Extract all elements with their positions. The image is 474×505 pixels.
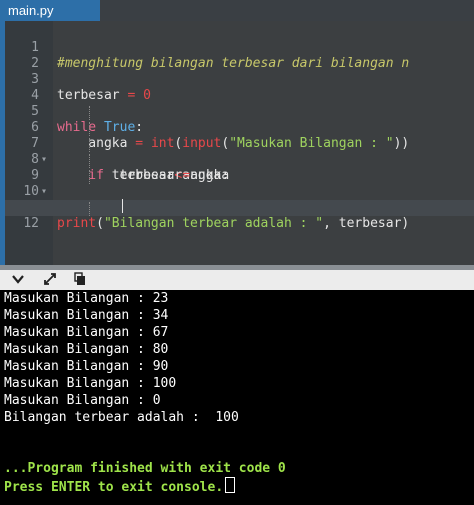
code-token: ( [96, 216, 104, 231]
code-line[interactable]: 3 terbesar = 0 [5, 56, 474, 103]
code-line[interactable]: 1 #menghitung bilangan terbesar dari bil… [5, 24, 474, 71]
tab-bar: main.py [0, 0, 474, 21]
line-number: 12 [23, 216, 39, 231]
code-line[interactable]: 4 [5, 72, 474, 103]
console-cursor [225, 477, 236, 493]
console-line: Masukan Bilangan : 23 [4, 291, 169, 306]
indent-guide [89, 170, 91, 184]
indent-guide [89, 138, 91, 152]
code-token: , terbesar) [323, 216, 410, 231]
code-line[interactable]: 9 ▾ if angka==0: [5, 152, 474, 215]
console-line: Masukan Bilangan : 90 [4, 359, 169, 374]
code-token: "Bilangan terbear adalah : " [103, 216, 324, 231]
code-line[interactable]: 8 terbesar=angka [5, 136, 474, 183]
indent-guide [89, 202, 91, 216]
console-line: Masukan Bilangan : 100 [4, 376, 177, 391]
code-line[interactable]: 5 while True: [5, 88, 474, 135]
console-line: Masukan Bilangan : 34 [4, 308, 169, 323]
indent-guide [89, 154, 91, 168]
code-line[interactable]: 11 print("Bilangan terbear adalah : ", t… [5, 184, 474, 231]
code-line-active[interactable]: 12 [5, 200, 474, 231]
console-line: Bilangan terbear adalah : 100 [4, 410, 239, 425]
indent-guide [89, 122, 91, 136]
console-line: Masukan Bilangan : 67 [4, 325, 169, 340]
console-line: Masukan Bilangan : 0 [4, 393, 161, 408]
copy-icon[interactable] [72, 272, 88, 288]
code-editor[interactable]: 1 #menghitung bilangan terbesar dari bil… [0, 21, 474, 265]
code-line[interactable]: 7 ▾ if terbesar<angka: [5, 120, 474, 183]
console-toolbar [0, 270, 474, 291]
code-line[interactable]: 10 break [5, 168, 474, 215]
tab-main-py[interactable]: main.py [0, 0, 100, 21]
code-line[interactable]: 6 angka = int(input("Masukan Bilangan : … [5, 104, 474, 151]
console-output[interactable]: Masukan Bilangan : 23 Masukan Bilangan :… [0, 290, 474, 505]
chevron-down-icon[interactable] [10, 272, 26, 288]
code-line[interactable]: 2 [5, 40, 474, 71]
expand-icon[interactable] [42, 272, 58, 288]
press-enter-text: Press ENTER to exit console. [4, 480, 224, 495]
indent-guide [89, 106, 91, 120]
text-cursor [122, 199, 123, 213]
console-finished-message: ...Program finished with exit code 0 [4, 461, 286, 476]
code-token: print [57, 216, 97, 231]
console-line: Masukan Bilangan : 80 [4, 342, 169, 357]
console-press-enter: Press ENTER to exit console. [4, 477, 236, 496]
